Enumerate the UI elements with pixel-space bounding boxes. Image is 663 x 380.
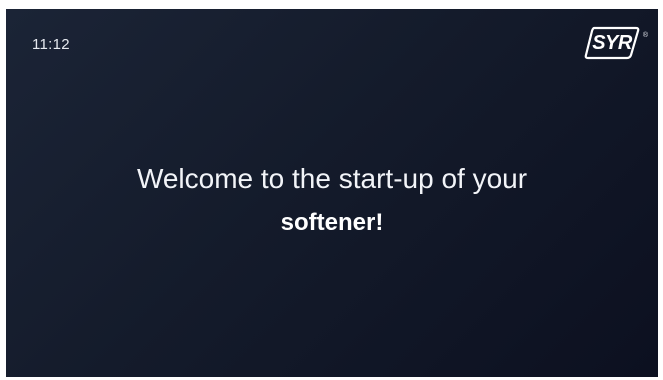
logo-text: SYR bbox=[592, 31, 632, 54]
welcome-message: Welcome to the start-up of your softener… bbox=[6, 161, 658, 241]
device-screen: 11:12 SYR ® Welcome to the start-up of y… bbox=[6, 9, 658, 377]
registered-mark: ® bbox=[642, 32, 648, 39]
clock: 11:12 bbox=[32, 36, 70, 53]
syr-logo-icon: SYR ® bbox=[584, 26, 648, 64]
welcome-line-1: Welcome to the start-up of your bbox=[136, 163, 528, 194]
welcome-line-2: softener! bbox=[280, 209, 384, 236]
